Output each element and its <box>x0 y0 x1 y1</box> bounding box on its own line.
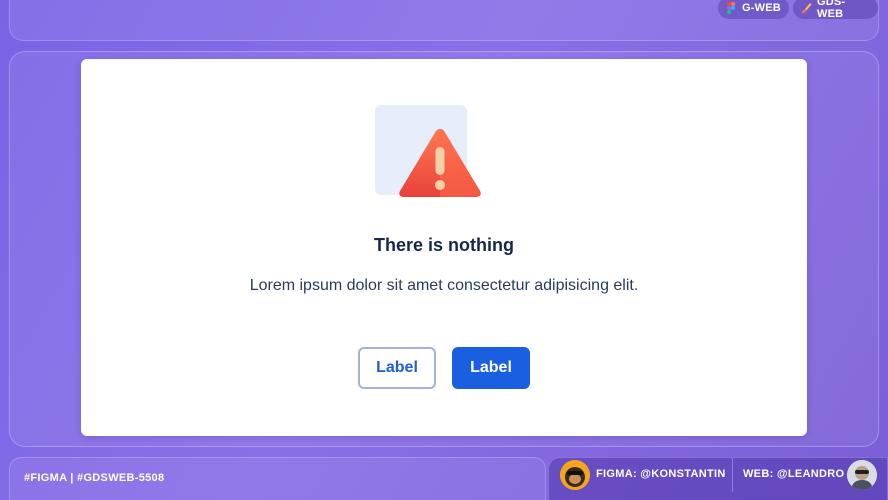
tags-bar: #FIGMA | #GDSWEB-5508 <box>9 457 546 500</box>
chip-label: GDS-WEB <box>817 0 846 20</box>
secondary-button[interactable]: Label <box>358 347 436 389</box>
chip-label: G-WEB <box>742 2 781 14</box>
credits-divider <box>732 458 733 492</box>
web-credit[interactable]: WEB: @LEANDRO <box>743 468 844 480</box>
g-web-chip[interactable]: G-WEB <box>718 0 789 19</box>
gds-web-chip[interactable]: GDS-WEB <box>793 0 878 20</box>
avatar-leandro[interactable] <box>847 460 877 490</box>
avatar-konstantin[interactable] <box>560 460 590 490</box>
hashtags: #FIGMA | #GDSWEB-5508 <box>24 472 165 484</box>
empty-state-card: There is nothing Lorem ipsum dolor sit a… <box>81 59 807 436</box>
primary-button[interactable]: Label <box>452 347 530 389</box>
empty-state-illustration <box>375 105 487 200</box>
figma-credit[interactable]: FIGMA: @KONSTANTIN <box>596 468 726 480</box>
empty-state-description: Lorem ipsum dolor sit amet consectetur a… <box>249 277 639 294</box>
empty-state-title: There is nothing <box>373 235 514 255</box>
top-bar: G-WEB GDS-WEB <box>9 0 879 41</box>
credits-bar: FIGMA: @KONSTANTIN WEB: @LEANDRO <box>548 457 888 500</box>
brush-icon <box>801 2 812 14</box>
figma-icon <box>726 2 736 14</box>
warning-triangle-icon <box>399 129 481 197</box>
